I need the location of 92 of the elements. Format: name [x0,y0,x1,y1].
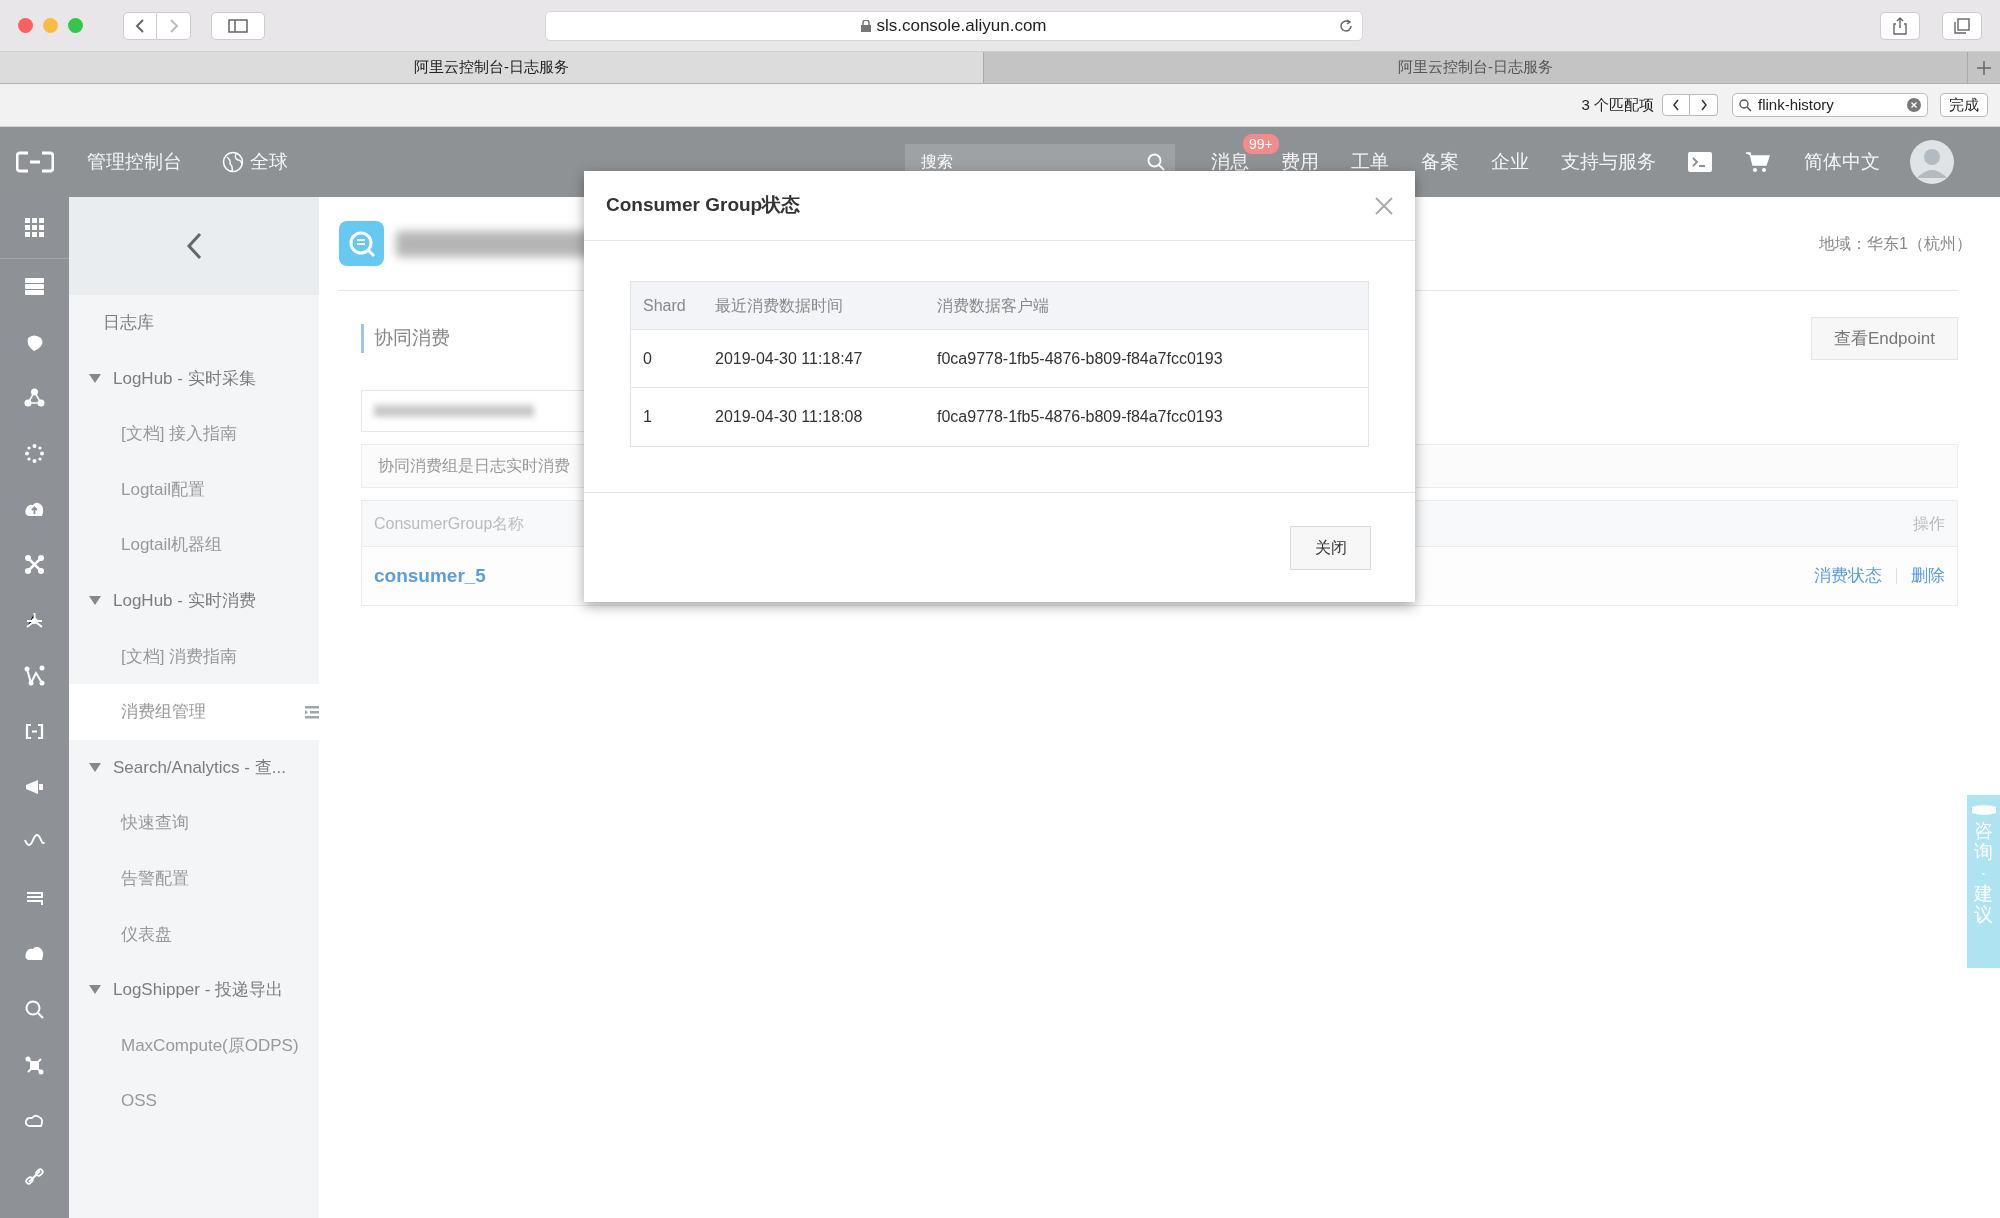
close-button[interactable]: 关闭 [1290,525,1371,570]
previous-match-button[interactable] [1662,94,1690,116]
table-cell-text: f0ca9778-1fb5-4876-b809-f84a7fcc0193 [936,407,1224,427]
zoom-window-icon[interactable] [68,18,83,33]
share-button[interactable] [1880,11,1920,40]
table-cell-text: 0 [642,348,653,369]
address-bar[interactable]: sls.console.aliyun.com [545,10,1363,41]
avatar-icon[interactable] [1910,140,1954,184]
table-cell-text: 2019-04-30 11:18:47 [714,348,864,369]
sidebar-item[interactable]: LogShipper - 投递导出 [69,962,319,1018]
consumer-group-link[interactable]: consumer_5 [374,561,486,591]
browser-tab[interactable]: 阿里云控制台-日志服务 [0,52,984,83]
column-header: 消费数据客户端 [936,295,1050,316]
nav-link[interactable]: 备案 [1421,147,1459,177]
cross-nodes-icon[interactable] [24,554,45,576]
chevron-left-icon[interactable] [1672,99,1680,111]
tabs-overview-button[interactable] [1942,11,1982,40]
share-icon[interactable] [1893,16,1907,35]
console-link[interactable]: 管理控制台 [87,147,182,177]
sidebar-subitem[interactable]: 仪表盘 [69,906,319,963]
nav-link[interactable]: 企业 [1491,147,1529,177]
nav-link[interactable]: 支持与服务 [1561,147,1656,177]
region-label: 地域：华东1（杭州） [1819,233,1972,254]
column-header: 操作 [1913,513,1945,534]
sidebar-item[interactable]: LogHub - 实时采集 [69,350,319,407]
table-cell-text: 1 [642,407,653,427]
sidebar-subitem[interactable]: OSS [69,1073,319,1129]
browser-tab[interactable]: 阿里云控制台-日志服务 [984,52,1968,83]
close-window-icon[interactable] [18,18,33,33]
sidebar-subitem[interactable]: [文档] 接入指南 [69,406,319,462]
clear-icon[interactable] [1907,98,1921,112]
server-icon[interactable] [24,276,45,298]
reload-icon[interactable] [1338,17,1354,34]
menu-fold-icon[interactable] [305,703,319,720]
table-cell-text: 2019-04-30 11:18:08 [714,407,864,427]
action-link[interactable]: 删除 [1911,563,1945,589]
notification-badge: 99+ [1243,133,1279,154]
forward-button[interactable] [157,11,191,40]
sidebar-icon[interactable] [228,18,248,33]
sidebar-subitem[interactable]: Logtail机器组 [69,517,319,573]
logstore-icon [339,221,384,266]
column-header: 最近消费数据时间 [714,295,844,316]
link-icon[interactable] [24,1165,45,1187]
sidebar-subitem[interactable]: 告警配置 [69,850,319,907]
grid-icon[interactable] [24,217,45,238]
connected-dots-icon[interactable] [24,665,45,687]
sidebar-subitem[interactable]: 消费组管理 [69,684,319,740]
feedback-label: 咨询·建议 [1974,821,1993,926]
logo-icon[interactable] [15,151,54,173]
view-endpoint-button[interactable]: 查看Endpoint [1810,317,1958,360]
sidebar-subitem[interactable]: Logtail配置 [69,461,319,518]
sidebar-subitem[interactable]: [文档] 消费指南 [69,628,319,685]
sidebar-toggle-button[interactable] [211,11,265,40]
action-link[interactable]: 消费状态 [1814,563,1882,589]
find-field[interactable]: flink-history [1732,93,1928,117]
search-icon [1739,98,1752,112]
new-tab-button[interactable] [1968,52,2000,83]
back-button[interactable] [123,11,157,40]
column-header: ConsumerGroup名称 [374,513,525,534]
hub-icon[interactable] [24,1054,45,1076]
expanded-arrow-icon [89,373,101,383]
sidebar-item[interactable]: Search/Analytics - 查... [69,739,319,796]
expanded-arrow-icon [89,985,101,995]
column-header: Shard [642,295,687,316]
sidebar-item[interactable]: 日志库 [69,295,319,351]
section-title: 协同消费 [361,324,450,353]
done-button[interactable]: 完成 [1940,93,1988,117]
close-icon[interactable] [1375,196,1393,215]
expanded-arrow-icon [89,596,101,606]
table-cell-text: f0ca9778-1fb5-4876-b809-f84a7fcc0193 [936,348,1224,369]
expanded-arrow-icon [89,763,101,773]
plus-icon[interactable] [1977,60,1991,75]
terminal-icon[interactable] [1688,152,1712,172]
next-match-button[interactable] [1690,94,1718,116]
tabs-icon[interactable] [1954,17,1970,34]
sidebar-subitem[interactable]: 快速查询 [69,795,319,851]
chevron-left-icon[interactable] [135,18,145,33]
globe-icon [222,151,244,173]
dialog-title: Consumer Group状态 [606,193,801,218]
magnifier-icon[interactable] [24,999,45,1020]
dotted-circle-icon[interactable] [24,443,45,465]
region-selector[interactable]: 全球 [222,147,288,177]
search-icon[interactable] [1147,153,1165,171]
lock-icon [861,19,872,32]
match-count: 3 个匹配项 [1581,94,1654,115]
nodes-icon[interactable] [24,387,45,409]
sidebar-subitem[interactable]: MaxCompute(原ODPS) [69,1017,319,1074]
language-selector[interactable]: 简体中文 [1804,147,1880,177]
sidebar-item[interactable]: LogHub - 实时消费 [69,572,319,629]
cart-icon[interactable] [1746,151,1770,173]
collapse-icon[interactable] [186,232,202,260]
chevron-right-icon[interactable] [1699,99,1708,111]
